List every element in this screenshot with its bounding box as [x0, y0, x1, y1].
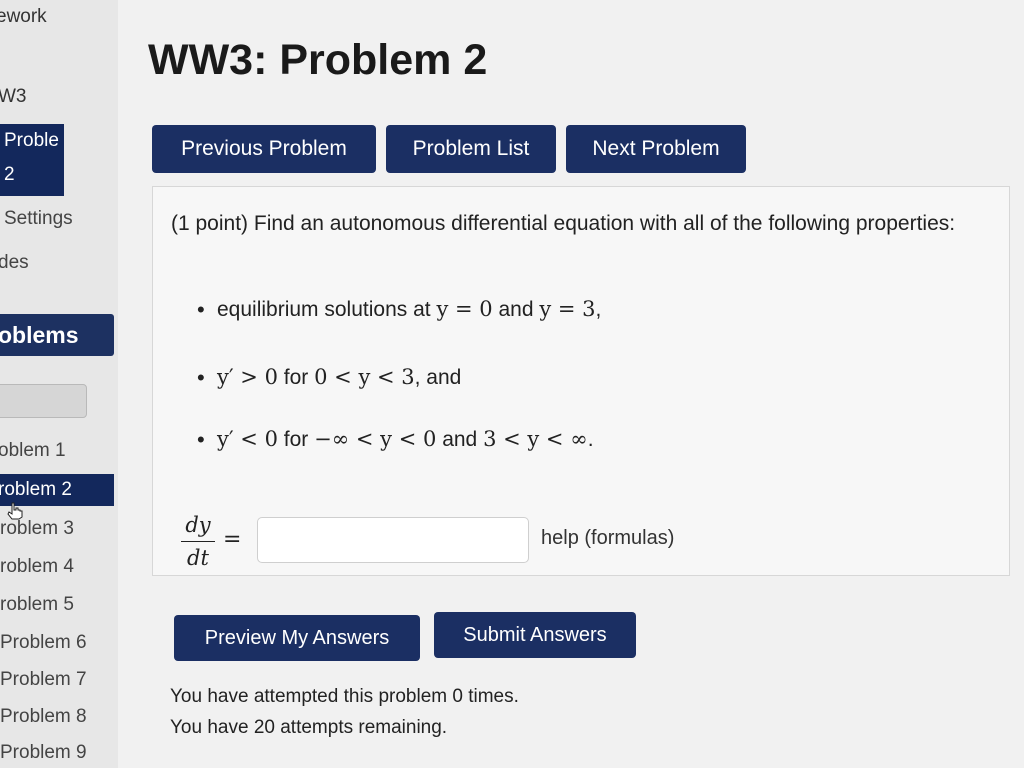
text: equilibrium solutions at	[217, 298, 437, 321]
sidebar-item-problem-6[interactable]: Problem 6	[0, 632, 87, 654]
text: and	[492, 298, 540, 321]
text: .	[587, 428, 594, 451]
equals-sign: =	[223, 527, 242, 552]
sidebar-item-problem-7[interactable]: Problem 7	[0, 669, 87, 691]
math: −∞ < y < 0	[314, 427, 437, 451]
sidebar: ework W3 Proble 2 Settings des oblems ob…	[0, 0, 118, 768]
attempts-used: You have attempted this problem 0 times.	[170, 686, 519, 707]
sidebar-item-problem-9[interactable]: Problem 9	[0, 742, 87, 764]
current-problem-label: Proble	[4, 130, 59, 151]
submit-answers-button[interactable]: Submit Answers	[434, 612, 636, 658]
attempts-remaining: You have 20 attempts remaining.	[170, 717, 448, 738]
math: y = 3	[539, 297, 596, 321]
course-name[interactable]: ework	[0, 6, 47, 28]
property-positive: y′ > 0 for 0 < y < 3, and	[197, 365, 462, 391]
problem-search-input[interactable]	[0, 384, 87, 418]
set-name[interactable]: W3	[0, 86, 27, 108]
denominator: dt	[187, 546, 209, 570]
previous-problem-button[interactable]: Previous Problem	[152, 125, 376, 173]
text: and	[436, 428, 484, 451]
sidebar-item-problem-1[interactable]: oblem 1	[0, 440, 66, 462]
sidebar-item-problem-4[interactable]: roblem 4	[0, 556, 74, 578]
numerator: dy	[185, 513, 211, 537]
math: y′ < 0	[217, 427, 278, 451]
text: , and	[414, 366, 462, 389]
text: ,	[595, 298, 602, 321]
answer-input[interactable]	[257, 517, 529, 563]
fraction-bar	[181, 541, 215, 542]
problem-intro: (1 point) Find an autonomous differentia…	[171, 212, 956, 235]
main-content: WW3: Problem 2 Previous Problem Problem …	[118, 0, 1024, 768]
problem-box: (1 point) Find an autonomous differentia…	[152, 186, 1010, 576]
current-problem-number: 2	[4, 164, 15, 185]
problem-list-button[interactable]: Problem List	[386, 125, 556, 173]
preview-answers-button[interactable]: Preview My Answers	[174, 615, 420, 661]
sidebar-item-problem-5[interactable]: roblem 5	[0, 594, 74, 616]
math: 3 < y < ∞	[483, 427, 588, 451]
math: y′ > 0	[217, 365, 278, 389]
math: 0 < y < 3	[314, 365, 415, 389]
page-title: WW3: Problem 2	[148, 36, 488, 84]
math: y = 0	[436, 297, 493, 321]
grades-link[interactable]: des	[0, 252, 29, 274]
sidebar-item-problem-8[interactable]: Problem 8	[0, 706, 87, 728]
sidebar-item-problem-3[interactable]: roblem 3	[0, 518, 74, 540]
sidebar-item-label: roblem 2	[0, 479, 72, 500]
settings-link[interactable]: Settings	[4, 208, 73, 230]
text: for	[277, 428, 315, 451]
problems-header: oblems	[0, 314, 114, 356]
help-formulas-link[interactable]: help (formulas)	[541, 527, 674, 550]
derivative-label: dy dt	[181, 513, 215, 570]
current-problem-link[interactable]: Proble 2	[0, 124, 64, 196]
property-negative: y′ < 0 for −∞ < y < 0 and 3 < y < ∞.	[197, 427, 594, 453]
text: for	[277, 366, 315, 389]
property-equilibrium: equilibrium solutions at y = 0 and y = 3…	[197, 297, 602, 323]
next-problem-button[interactable]: Next Problem	[566, 125, 746, 173]
